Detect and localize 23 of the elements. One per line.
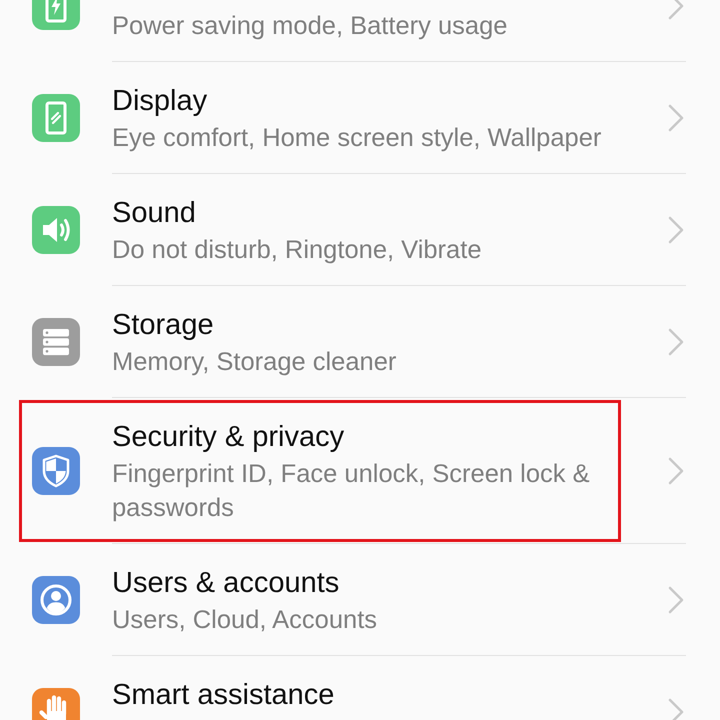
chevron-icon	[668, 456, 684, 484]
setting-summary: Memory, Storage cleaner	[112, 347, 398, 378]
chevron-icon	[668, 698, 684, 720]
setting-summary: Power saving mode, Battery usage	[112, 11, 508, 42]
screen-icon	[32, 94, 80, 142]
stacked-drives-icon	[32, 318, 80, 366]
setting-summary: Eye comfort, Home screen style, Wallpaper	[112, 123, 602, 154]
setting-title[interactable]: Display	[112, 81, 632, 121]
chevron-icon	[668, 104, 684, 132]
setting-summary: Do not disturb, Ringtone, Vibrate	[112, 235, 483, 266]
setting-title[interactable]: Security & privacy	[112, 417, 632, 457]
setting-title[interactable]: Users & accounts	[112, 563, 632, 603]
setting-title[interactable]: Storage	[112, 305, 632, 345]
chevron-icon	[668, 216, 684, 244]
setting-summary: Users, Cloud, Accounts	[112, 605, 378, 636]
shield-icon	[32, 447, 80, 495]
chevron-icon	[668, 586, 684, 614]
user-icon	[32, 576, 80, 624]
setting-title[interactable]: Sound	[112, 193, 632, 233]
setting-summary: Fingerprint ID, Face unlock, Screen lock & passwords	[112, 459, 591, 524]
speaker-icon	[32, 206, 80, 254]
chevron-icon	[668, 328, 684, 356]
setting-title[interactable]: Smart assistance	[112, 675, 632, 715]
